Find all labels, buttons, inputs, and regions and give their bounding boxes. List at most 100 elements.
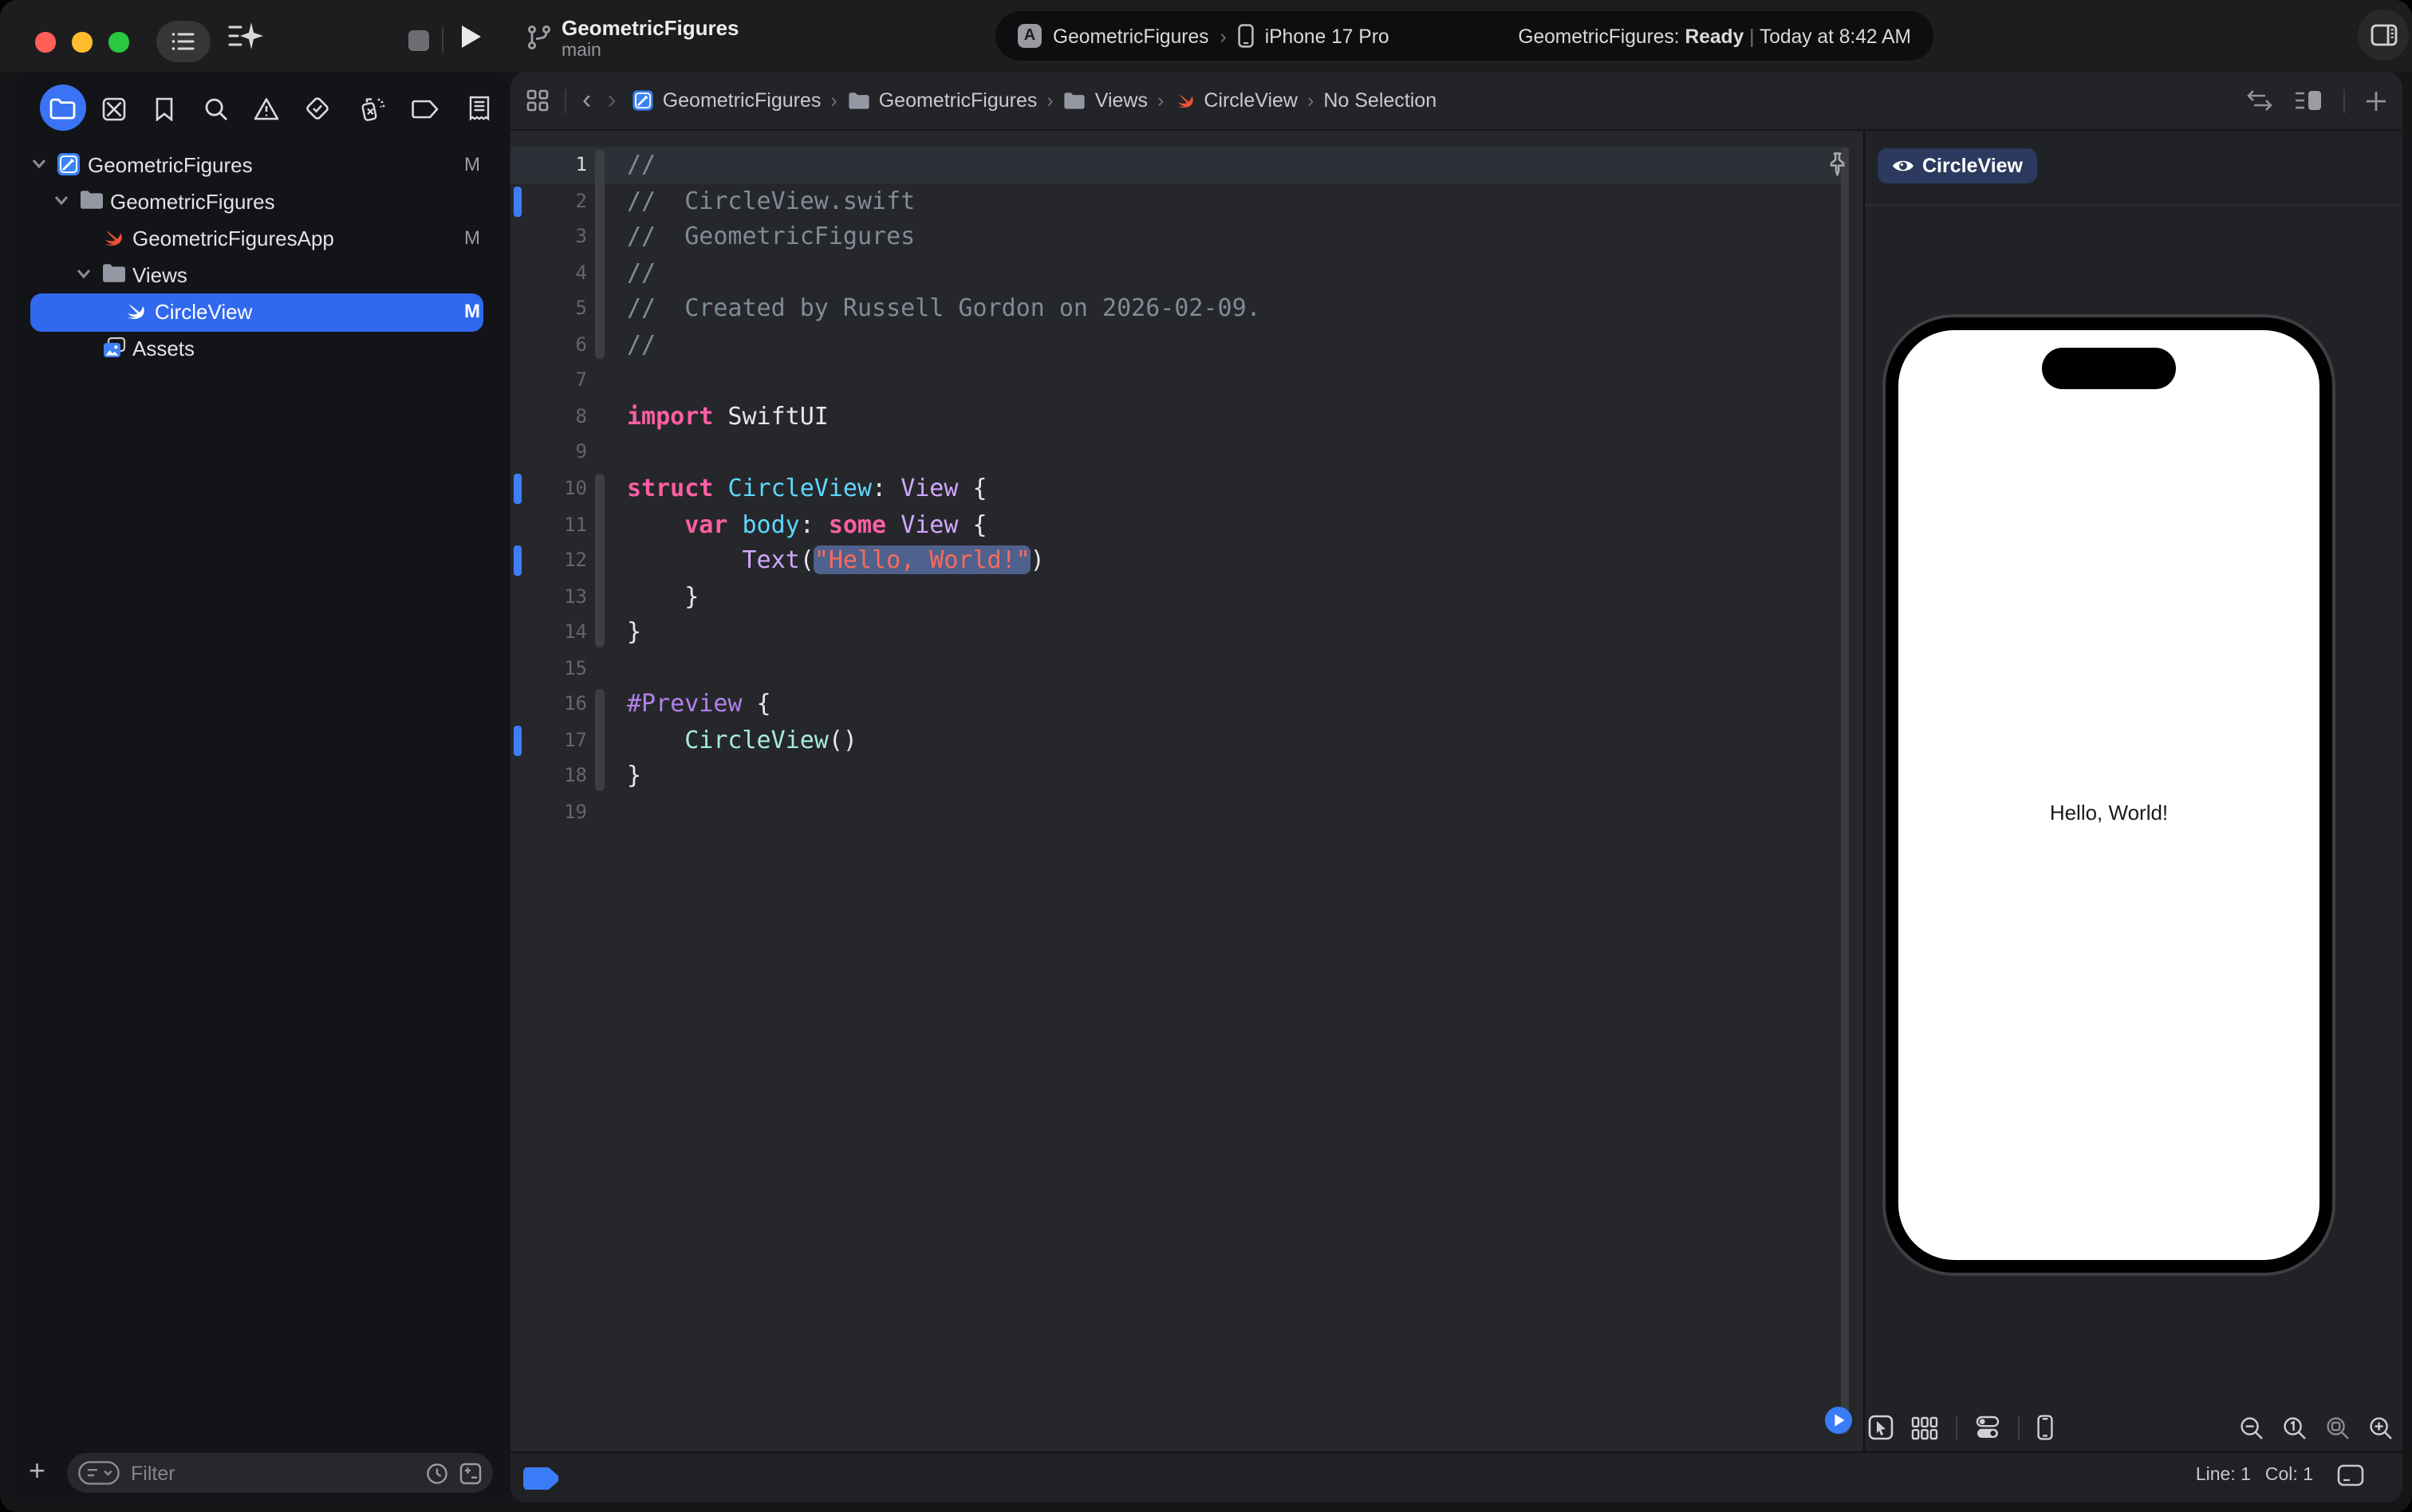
find-tab[interactable] xyxy=(199,93,231,124)
code-line-17[interactable]: 17 CircleView() xyxy=(510,723,1863,758)
swift-file-icon xyxy=(128,303,144,318)
sidebar-list-icon[interactable] xyxy=(156,21,211,62)
ai-sparkle-icon[interactable] xyxy=(228,21,263,53)
preview-tab-label: CircleView xyxy=(1922,155,2024,177)
device-iphone-icon[interactable] xyxy=(2037,1415,2053,1440)
code-line-1[interactable]: 1// xyxy=(510,147,1863,183)
line-number: 10 xyxy=(564,476,587,499)
sidebar-filter-bar: + Filter xyxy=(10,1448,509,1502)
related-items-icon[interactable] xyxy=(526,89,549,112)
folder-icon xyxy=(103,263,125,282)
scheme-project[interactable]: GeometricFigures xyxy=(1053,25,1208,47)
selectable-mode-icon[interactable] xyxy=(1868,1415,1894,1440)
issues-tab[interactable] xyxy=(250,93,282,124)
disclosure-chevron-icon[interactable] xyxy=(32,158,46,169)
eye-icon xyxy=(1893,160,1913,171)
swap-editors-icon[interactable] xyxy=(2246,89,2273,112)
breadcrumb-label: GeometricFigures xyxy=(662,89,822,112)
preview-tab[interactable]: CircleView xyxy=(1878,148,2038,183)
code-line-6[interactable]: 6// xyxy=(510,327,1863,363)
branch-name: main xyxy=(562,41,601,61)
breakpoints-tab[interactable] xyxy=(408,93,440,124)
live-preview-play-button[interactable] xyxy=(1825,1407,1852,1434)
debug-tab[interactable] xyxy=(356,93,388,124)
editor-scrollbar[interactable] xyxy=(1841,147,1849,1434)
tree-row-geometricfigures[interactable]: GeometricFigures xyxy=(10,183,509,220)
display-icon[interactable] xyxy=(2337,1464,2364,1486)
editor-layout-icon[interactable] xyxy=(2294,89,2323,112)
iphone-screen[interactable]: Hello, World! xyxy=(1898,330,2319,1260)
breadcrumb-item[interactable]: No Selection xyxy=(1323,89,1437,112)
code-line-11[interactable]: 11 var body: some View { xyxy=(510,506,1863,542)
project-navigator-tab[interactable] xyxy=(46,93,78,124)
inspector-panel-icon[interactable] xyxy=(2358,10,2409,61)
breadcrumb-item[interactable]: GeometricFigures xyxy=(633,89,822,112)
tests-tab[interactable] xyxy=(302,93,333,124)
bookmarks-tab[interactable] xyxy=(148,93,180,124)
status-ready: Ready xyxy=(1685,25,1744,47)
code-line-12[interactable]: 12 Text("Hello, World!") xyxy=(510,542,1863,578)
zoom-window-button[interactable] xyxy=(108,32,128,52)
code-line-14[interactable]: 14} xyxy=(510,614,1863,650)
linked-text-highlight: "Hello, World!" xyxy=(814,545,1031,575)
filter-field[interactable]: Filter xyxy=(67,1453,493,1493)
editor-panel: ‹ › GeometricFigures › GeometricFigures › Vi… xyxy=(510,72,2402,1502)
breadcrumb-label: Views xyxy=(1094,89,1148,112)
tree-row-label: GeometricFigures xyxy=(110,189,275,213)
code-line-3[interactable]: 3// GeometricFigures xyxy=(510,219,1863,254)
code-line-4[interactable]: 4// xyxy=(510,254,1863,290)
code-line-18[interactable]: 18} xyxy=(510,758,1863,794)
tree-row-circleview[interactable]: CircleView M xyxy=(10,293,509,332)
close-window-button[interactable] xyxy=(35,32,55,52)
reports-tab[interactable] xyxy=(463,93,495,124)
pin-preview-icon[interactable] xyxy=(1825,152,1849,177)
scheme-bar[interactable]: A GeometricFigures › iPhone 17 Pro Geome… xyxy=(995,11,1933,61)
code-line-8[interactable]: 8 import SwiftUI xyxy=(510,399,1863,435)
disclosure-chevron-icon[interactable] xyxy=(77,268,91,279)
breadcrumb-item[interactable]: GeometricFigures xyxy=(847,89,1037,112)
tree-row-geometricfigures[interactable]: GeometricFigures M xyxy=(10,147,509,183)
code-line-19[interactable]: 19 xyxy=(510,794,1863,830)
navigator-sidebar: GeometricFigures M GeometricFigures Geometr… xyxy=(10,72,509,1502)
code-line-15[interactable]: 15 xyxy=(510,650,1863,686)
tree-row-assets[interactable]: Assets xyxy=(10,330,509,367)
jump-bar: ‹ › GeometricFigures › GeometricFigures › Vi… xyxy=(510,72,2402,131)
tree-row-views[interactable]: Views xyxy=(10,257,509,293)
code-line-7[interactable]: 7 xyxy=(510,363,1863,399)
canvas-header: CircleView xyxy=(1865,131,2402,206)
zoom-100-icon[interactable] xyxy=(2283,1416,2307,1439)
add-editor-icon[interactable] xyxy=(2366,90,2386,111)
device-settings-icon[interactable] xyxy=(1975,1415,2000,1440)
run-button[interactable] xyxy=(459,24,483,49)
scm-status-filter-icon[interactable] xyxy=(459,1462,482,1484)
breadcrumb-item[interactable]: Views xyxy=(1063,89,1148,112)
code-line-10[interactable]: 10 struct CircleView: View { xyxy=(510,471,1863,506)
swift-file-icon xyxy=(1177,94,1193,108)
tree-row-geometricfiguresapp[interactable]: GeometricFiguresApp M xyxy=(10,220,509,257)
minimize-window-button[interactable] xyxy=(72,32,92,52)
variants-grid-icon[interactable] xyxy=(1911,1416,1938,1439)
code-line-16[interactable]: 16 #Preview { xyxy=(510,687,1863,723)
zoom-out-icon[interactable] xyxy=(2240,1416,2264,1439)
forward-button[interactable]: › xyxy=(607,85,616,116)
zoom-fit-icon[interactable] xyxy=(2326,1416,2350,1439)
source-control-tab[interactable] xyxy=(97,93,129,124)
scheme-device[interactable]: iPhone 17 Pro xyxy=(1265,25,1389,47)
filter-menu-icon[interactable] xyxy=(78,1461,120,1485)
back-button[interactable]: ‹ xyxy=(582,85,591,116)
recent-files-icon[interactable] xyxy=(426,1462,448,1484)
source-editor[interactable]: 1//2// CircleView.swift 3// GeometricFigu… xyxy=(510,131,1863,1453)
scm-status-badge: M xyxy=(464,300,480,322)
code-line-5[interactable]: 5// Created by Russell Gordon on 2026-02… xyxy=(510,290,1863,326)
breadcrumb-item[interactable]: CircleView xyxy=(1173,89,1298,112)
stop-button[interactable] xyxy=(408,30,429,51)
code-line-2[interactable]: 2// CircleView.swift xyxy=(510,183,1863,219)
zoom-in-icon[interactable] xyxy=(2369,1416,2393,1439)
activity-status: GeometricFigures: Ready | Today at 8:42 … xyxy=(1518,25,1911,47)
code-line-13[interactable]: 13 } xyxy=(510,578,1863,614)
canvas-toolbar-divider xyxy=(1956,1416,1957,1439)
disclosure-chevron-icon[interactable] xyxy=(54,195,69,206)
code-line-9[interactable]: 9 xyxy=(510,435,1863,471)
add-file-button[interactable]: + xyxy=(29,1455,45,1486)
breakpoint-badge[interactable] xyxy=(523,1467,558,1490)
